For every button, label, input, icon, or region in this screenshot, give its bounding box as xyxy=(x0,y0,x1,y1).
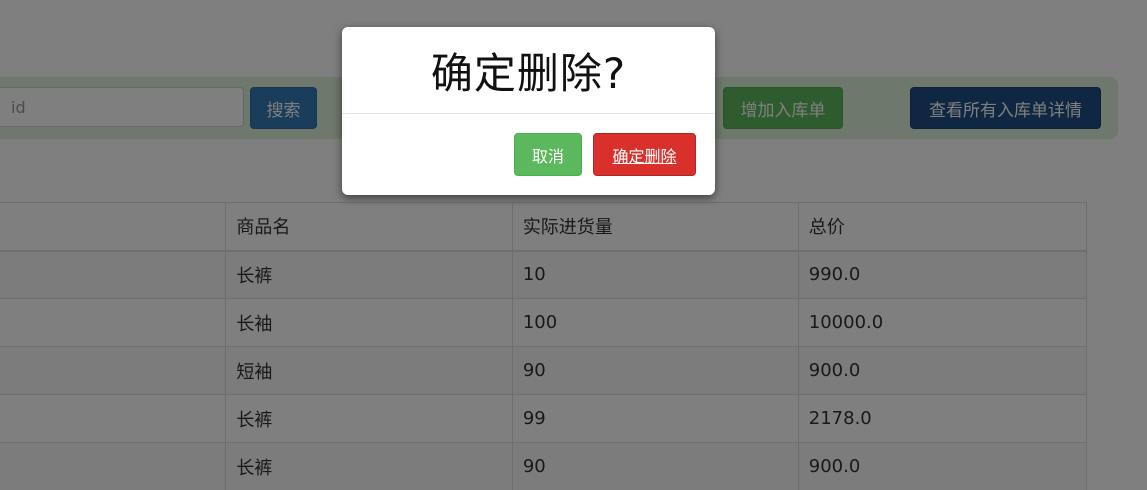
delete-confirm-dialog: 确定删除? 取消 确定删除 xyxy=(342,27,715,195)
cancel-button[interactable]: 取消 xyxy=(514,133,582,176)
dialog-footer: 取消 确定删除 xyxy=(342,114,715,195)
dialog-header: 确定删除? xyxy=(342,27,715,114)
page: 搜索 增加入库单 查看所有入库单详情 编号 商品名 实际进货量 总价 长裤 10… xyxy=(0,0,1147,490)
confirm-delete-button[interactable]: 确定删除 xyxy=(593,133,696,176)
dialog-title: 确定删除? xyxy=(430,48,627,98)
